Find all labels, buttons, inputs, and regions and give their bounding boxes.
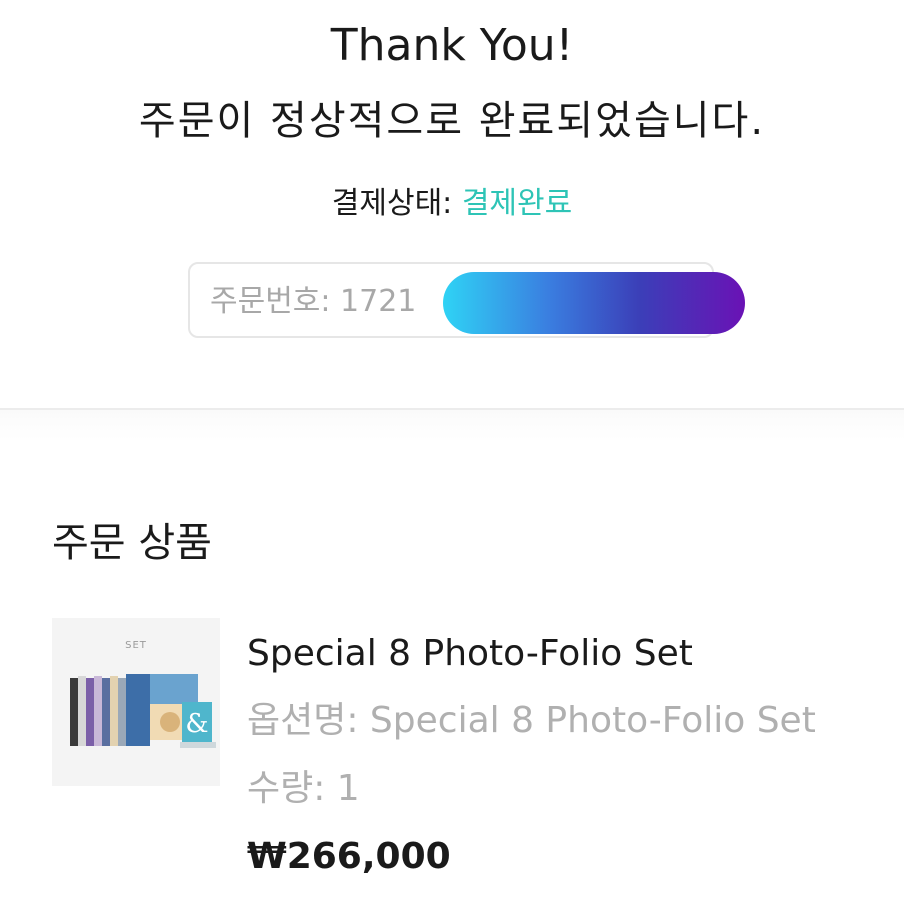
product-price: ₩266,000 xyxy=(247,836,451,877)
product-image-illustration: & xyxy=(70,674,216,748)
order-complete-page: Thank You! 주문이 정상적으로 완료되었습니다. 결제상태: 결제완료… xyxy=(0,0,904,904)
payment-status-value: 결제완료 xyxy=(461,186,573,221)
payment-status-label: 결제상태: xyxy=(331,186,462,221)
svg-text:&: & xyxy=(185,709,208,739)
section-band xyxy=(0,410,904,440)
redaction-overlay xyxy=(443,272,745,334)
order-number: 주문번호: 1721 xyxy=(210,284,417,319)
completion-message: 주문이 정상적으로 완료되었습니다. xyxy=(138,98,766,144)
product-thumbnail[interactable]: SET & xyxy=(52,618,220,786)
product-option: 옵션명: Special 8 Photo-Folio Set xyxy=(247,700,816,741)
page-title: Thank You! xyxy=(330,20,574,71)
ordered-products-heading: 주문 상품 xyxy=(52,520,212,566)
payment-status: 결제상태: 결제완료 xyxy=(0,182,904,226)
product-name[interactable]: Special 8 Photo-Folio Set xyxy=(247,630,693,678)
product-quantity: 수량: 1 xyxy=(247,768,360,809)
